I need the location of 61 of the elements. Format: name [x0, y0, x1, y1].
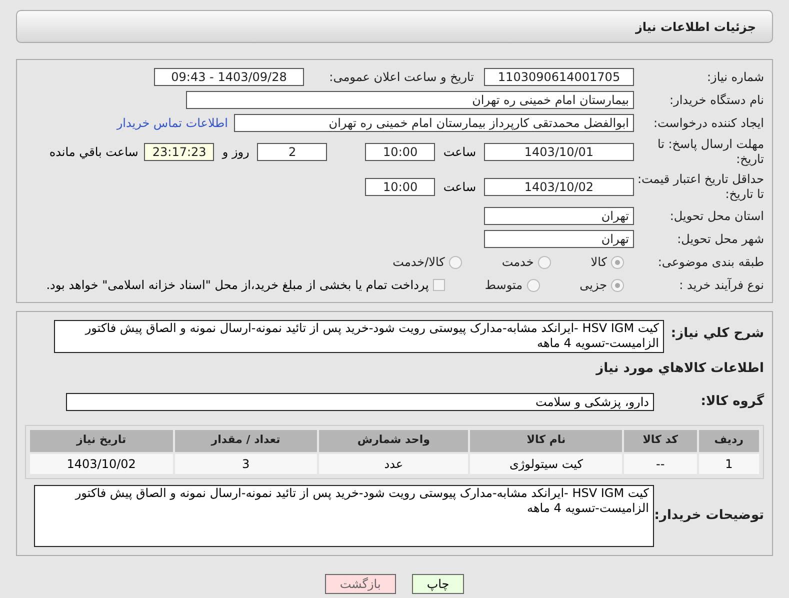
radio-label: خدمت	[502, 254, 534, 271]
table-cell: 3	[174, 454, 317, 474]
radio-button[interactable]	[611, 278, 624, 292]
field-label: گروه کالا:	[700, 394, 764, 409]
field-label: شرح كلي نیاز:	[670, 326, 764, 341]
field-label: نوع فرآیند خرید :	[678, 278, 764, 292]
column-header: ردیف	[698, 430, 759, 452]
time-label: ساعت	[443, 144, 476, 161]
text-field[interactable]: 1403/09/28 - 09:43	[154, 68, 304, 86]
field-label: استان محل تحویل:	[668, 208, 764, 224]
section-heading: اطلاعات كالاهاي مورد نیاز	[594, 360, 764, 378]
column-header: نام کالا	[470, 430, 622, 452]
field-label: شهر محل تحویل:	[676, 232, 764, 246]
text-field[interactable]: 23:17:23	[144, 143, 214, 161]
text-field[interactable]: تهران	[484, 207, 634, 225]
radio-button[interactable]	[538, 256, 551, 268]
field-label: شماره نیاز:	[706, 70, 764, 84]
text-field[interactable]: 1403/10/01	[484, 143, 634, 161]
page-header: جزئیات اطلاعات نیاز	[16, 10, 773, 43]
text-field[interactable]: 2	[257, 143, 328, 161]
column-header: تاریخ نیاز	[30, 430, 173, 452]
print-button[interactable]: چاپ	[412, 574, 464, 594]
table-cell: --	[624, 454, 697, 474]
goods-group-field[interactable]: دارو، پزشکی و سلامت	[66, 392, 654, 410]
table-cell: کیت سیتولوژی	[470, 454, 622, 474]
text-field[interactable]: 1403/10/02	[484, 178, 634, 196]
text-field[interactable]: ابوالفضل محمدتقی کارپرداز بیمارستان امام خمینی ره تهران	[234, 114, 634, 132]
text-field[interactable]: تهران	[484, 230, 634, 248]
field-label: حداقل تاریخ اعتبار قیمت: تا تاریخ:	[636, 172, 764, 202]
field-label: نام دستگاه خریدار:	[668, 92, 764, 108]
checkbox-label: پرداخت تمام یا بخشی از مبلغ خرید،از محل "اسناد خزانه اسلامی" خواهد بود.	[46, 277, 429, 294]
back-button[interactable]: بازگشت	[324, 574, 396, 594]
field-label: ایجاد کننده درخواست:	[652, 116, 764, 130]
text-field[interactable]: 1103090614001705	[484, 68, 634, 86]
column-header: تعداد / مقدار	[174, 430, 317, 452]
table-cell: 1403/10/02	[30, 454, 173, 474]
column-header: واحد شمارش	[318, 430, 468, 452]
field-label: توضیحات خریدار:	[654, 508, 764, 523]
field-label: تاریخ و ساعت اعلان عمومی:	[328, 70, 474, 84]
text-field[interactable]: بیمارستان امام خمینی ره تهران	[186, 91, 634, 109]
text-field[interactable]: 10:00	[365, 143, 436, 161]
radio-label: جزیی	[580, 277, 607, 294]
remaining-label: ساعت باقي مانده	[49, 144, 138, 161]
radio-button[interactable]	[526, 278, 540, 292]
table-cell: عدد	[318, 454, 468, 474]
radio-button[interactable]	[448, 256, 462, 268]
radio-label: متوسط	[484, 277, 523, 294]
time-label: ساعت	[443, 179, 476, 196]
column-header: کد کالا	[624, 430, 697, 452]
description-textarea[interactable]: کیت HSV IGM -ایرانکد مشابه-مدارک پیوستی رویت شود-خرید پس از تائید نمونه-ارسال نمونه و الصاق پیش فاکتور الزامیست-تسویه 4 ماهه	[54, 320, 664, 353]
days-label: روز و	[222, 144, 250, 161]
buyer-contact-link[interactable]: اطلاعات تماس خریدار	[116, 114, 228, 132]
text-field[interactable]: 10:00	[365, 178, 436, 196]
radio-label: کالا/خدمت	[392, 254, 445, 271]
checkbox[interactable]	[432, 279, 445, 291]
field-label: مهلت ارسال پاسخ: تا تاریخ:	[656, 137, 764, 167]
buyer-notes-textarea[interactable]: کیت HSV IGM -ایرانکد مشابه-مدارک پیوستی رویت شود-خرید پس از تائید نمونه-ارسال نمونه و الصاق پیش فاکتور الزامیست-تسویه 4 ماهه	[34, 484, 654, 546]
radio-button[interactable]	[611, 256, 624, 268]
field-label: طبقه بندی موضوعی:	[656, 254, 764, 270]
radio-label: کالا	[590, 254, 607, 271]
table-cell: 1	[698, 454, 759, 474]
